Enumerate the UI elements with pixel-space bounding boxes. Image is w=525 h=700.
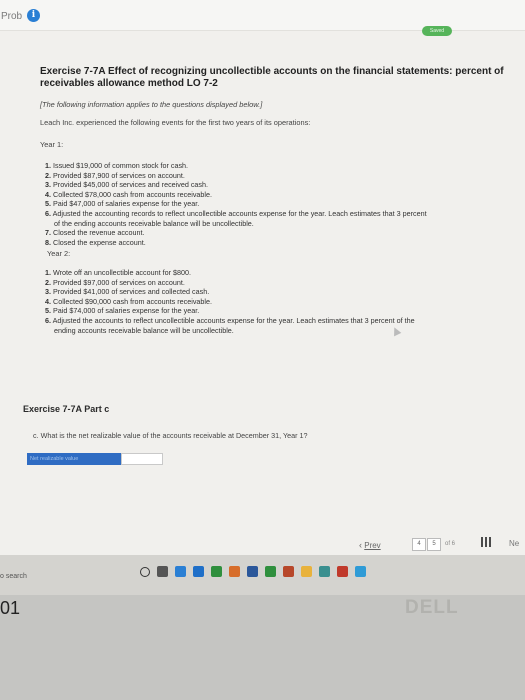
prev-label: Prev — [364, 541, 381, 550]
next-button[interactable]: Ne — [509, 539, 519, 548]
year2-event-list: 1. Wrote off an uncollectible account fo… — [45, 268, 505, 335]
page-button-4[interactable]: 4 — [412, 538, 426, 551]
list-item: 6. Adjusted the accounting records to re… — [45, 208, 427, 228]
chevron-left-icon: ‹ — [359, 540, 362, 550]
list-item: 5. Paid $74,000 of salaries expense for … — [45, 306, 200, 316]
page-count: of 6 — [445, 541, 456, 547]
store-icon[interactable] — [175, 566, 186, 577]
saved-badge: Saved — [422, 26, 452, 36]
answer-row-label: Net realizable value — [27, 453, 121, 465]
list-item: 4. Collected $78,000 cash from accounts … — [45, 189, 213, 199]
firefox-icon[interactable] — [229, 566, 240, 577]
list-item: 1. Issued $19,000 of common stock for ca… — [45, 161, 189, 170]
prev-button[interactable]: ‹ Prev — [359, 540, 381, 550]
grid-icon[interactable] — [481, 537, 491, 547]
browser-screen: Prob i Saved Exercise 7-7A Effect of rec… — [0, 0, 525, 555]
excel-icon[interactable] — [265, 566, 276, 577]
year1-label: Year 1: — [40, 140, 64, 149]
list-item: 1. Wrote off an uncollectible account fo… — [45, 268, 191, 277]
year1-event-list: 1. Issued $19,000 of common stock for ca… — [45, 161, 525, 247]
corner-number: 01 — [0, 598, 21, 618]
edge-icon[interactable] — [193, 566, 204, 577]
brand-logo: DELL — [405, 597, 459, 618]
task-view-icon[interactable] — [157, 566, 168, 577]
powerpoint-icon[interactable] — [283, 566, 294, 577]
word-icon[interactable] — [247, 566, 258, 577]
list-item: 3. Provided $45,000 of services and rece… — [45, 180, 209, 190]
list-item: 3. Provided $41,000 of services and coll… — [45, 287, 210, 297]
folder-icon[interactable] — [301, 566, 312, 577]
pagination: 4 5 of 6 — [412, 538, 458, 551]
page-button-5[interactable]: 5 — [427, 538, 441, 551]
photoshop-icon[interactable] — [355, 566, 366, 577]
list-item: 2. Provided $87,900 of services on accou… — [45, 170, 185, 180]
list-item: 7. Closed the revenue account. — [45, 228, 145, 238]
list-item: 8. Closed the expense account. — [45, 237, 146, 247]
chrome-icon[interactable] — [211, 566, 222, 577]
list-item: 5. Paid $47,000 of salaries expense for … — [45, 199, 200, 209]
cortana-icon[interactable] — [140, 566, 150, 577]
net-realizable-value-input[interactable] — [121, 453, 163, 465]
lead-text: Leach Inc. experienced the following eve… — [40, 118, 311, 127]
list-item: 4. Collected $90,000 cash from accounts … — [45, 296, 213, 306]
acrobat-icon[interactable] — [337, 566, 348, 577]
year2-label: Year 2: — [47, 249, 71, 258]
list-item: 6. Adjusted the accounts to reflect unco… — [45, 315, 415, 335]
intro-note: [The following information applies to th… — [40, 100, 263, 109]
dreamweaver-icon[interactable] — [319, 566, 330, 577]
info-icon[interactable]: i — [27, 9, 40, 22]
taskbar-search[interactable]: o search — [0, 573, 27, 580]
exercise-title: Exercise 7-7A Effect of recognizing unco… — [40, 66, 504, 89]
taskbar-icons — [140, 566, 366, 577]
list-item: 2. Provided $97,000 of services on accou… — [45, 277, 185, 287]
question-text: c. What is the net realizable value of t… — [33, 431, 308, 440]
problem-label: Prob — [1, 11, 23, 22]
part-title: Exercise 7-7A Part c — [23, 404, 110, 414]
